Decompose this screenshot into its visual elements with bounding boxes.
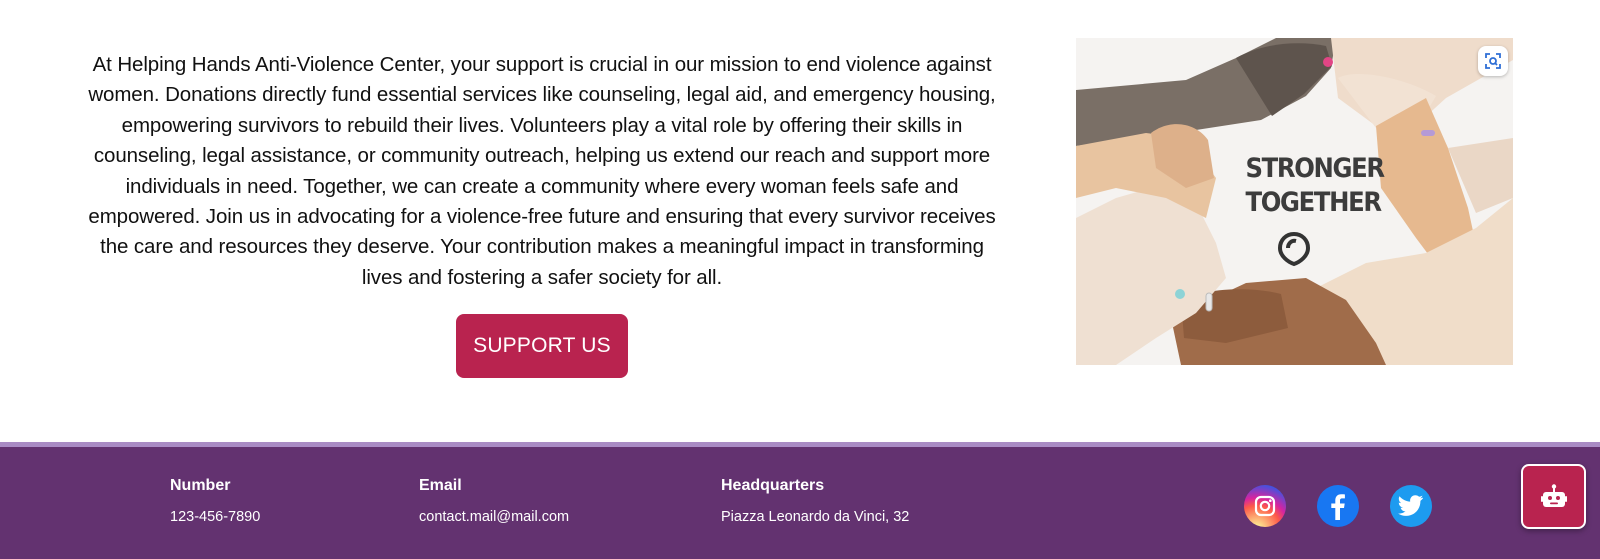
robot-icon [1540,483,1567,507]
email-link[interactable]: contact.mail@mail.com [419,509,569,525]
facebook-icon [1331,494,1345,520]
number-label: Number [170,477,231,494]
chatbot-button[interactable] [1521,464,1586,529]
footer-headquarters: Headquarters Piazza Leonardo da Vinci, 3… [721,477,909,525]
phone-number[interactable]: 123-456-7890 [170,509,260,525]
image-caption: STRONGER TOGETHER [1246,152,1386,220]
support-section: At Helping Hands Anti-Violence Center, y… [0,0,1600,442]
footer-number: Number 123-456-7890 [170,477,260,525]
instagram-icon [1254,495,1276,517]
twitter-link[interactable] [1390,485,1432,527]
headquarters-address: Piazza Leonardo da Vinci, 32 [721,509,910,525]
site-footer: Number 123-456-7890 Email contact.mail@m… [0,442,1600,559]
headquarters-label: Headquarters [721,477,825,494]
visual-search-button[interactable] [1478,46,1508,76]
caption-line-2: TOGETHER [1245,187,1383,218]
footer-email: Email contact.mail@mail.com [419,477,569,525]
caption-line-1: STRONGER [1245,153,1386,184]
visual-search-icon [1485,53,1501,69]
twitter-icon [1398,495,1423,516]
email-label: Email [419,477,462,494]
support-us-button[interactable]: SUPPORT US [456,314,628,378]
instagram-link[interactable] [1244,485,1286,527]
facebook-link[interactable] [1317,485,1359,527]
intro-paragraph: At Helping Hands Anti-Violence Center, y… [88,53,996,289]
